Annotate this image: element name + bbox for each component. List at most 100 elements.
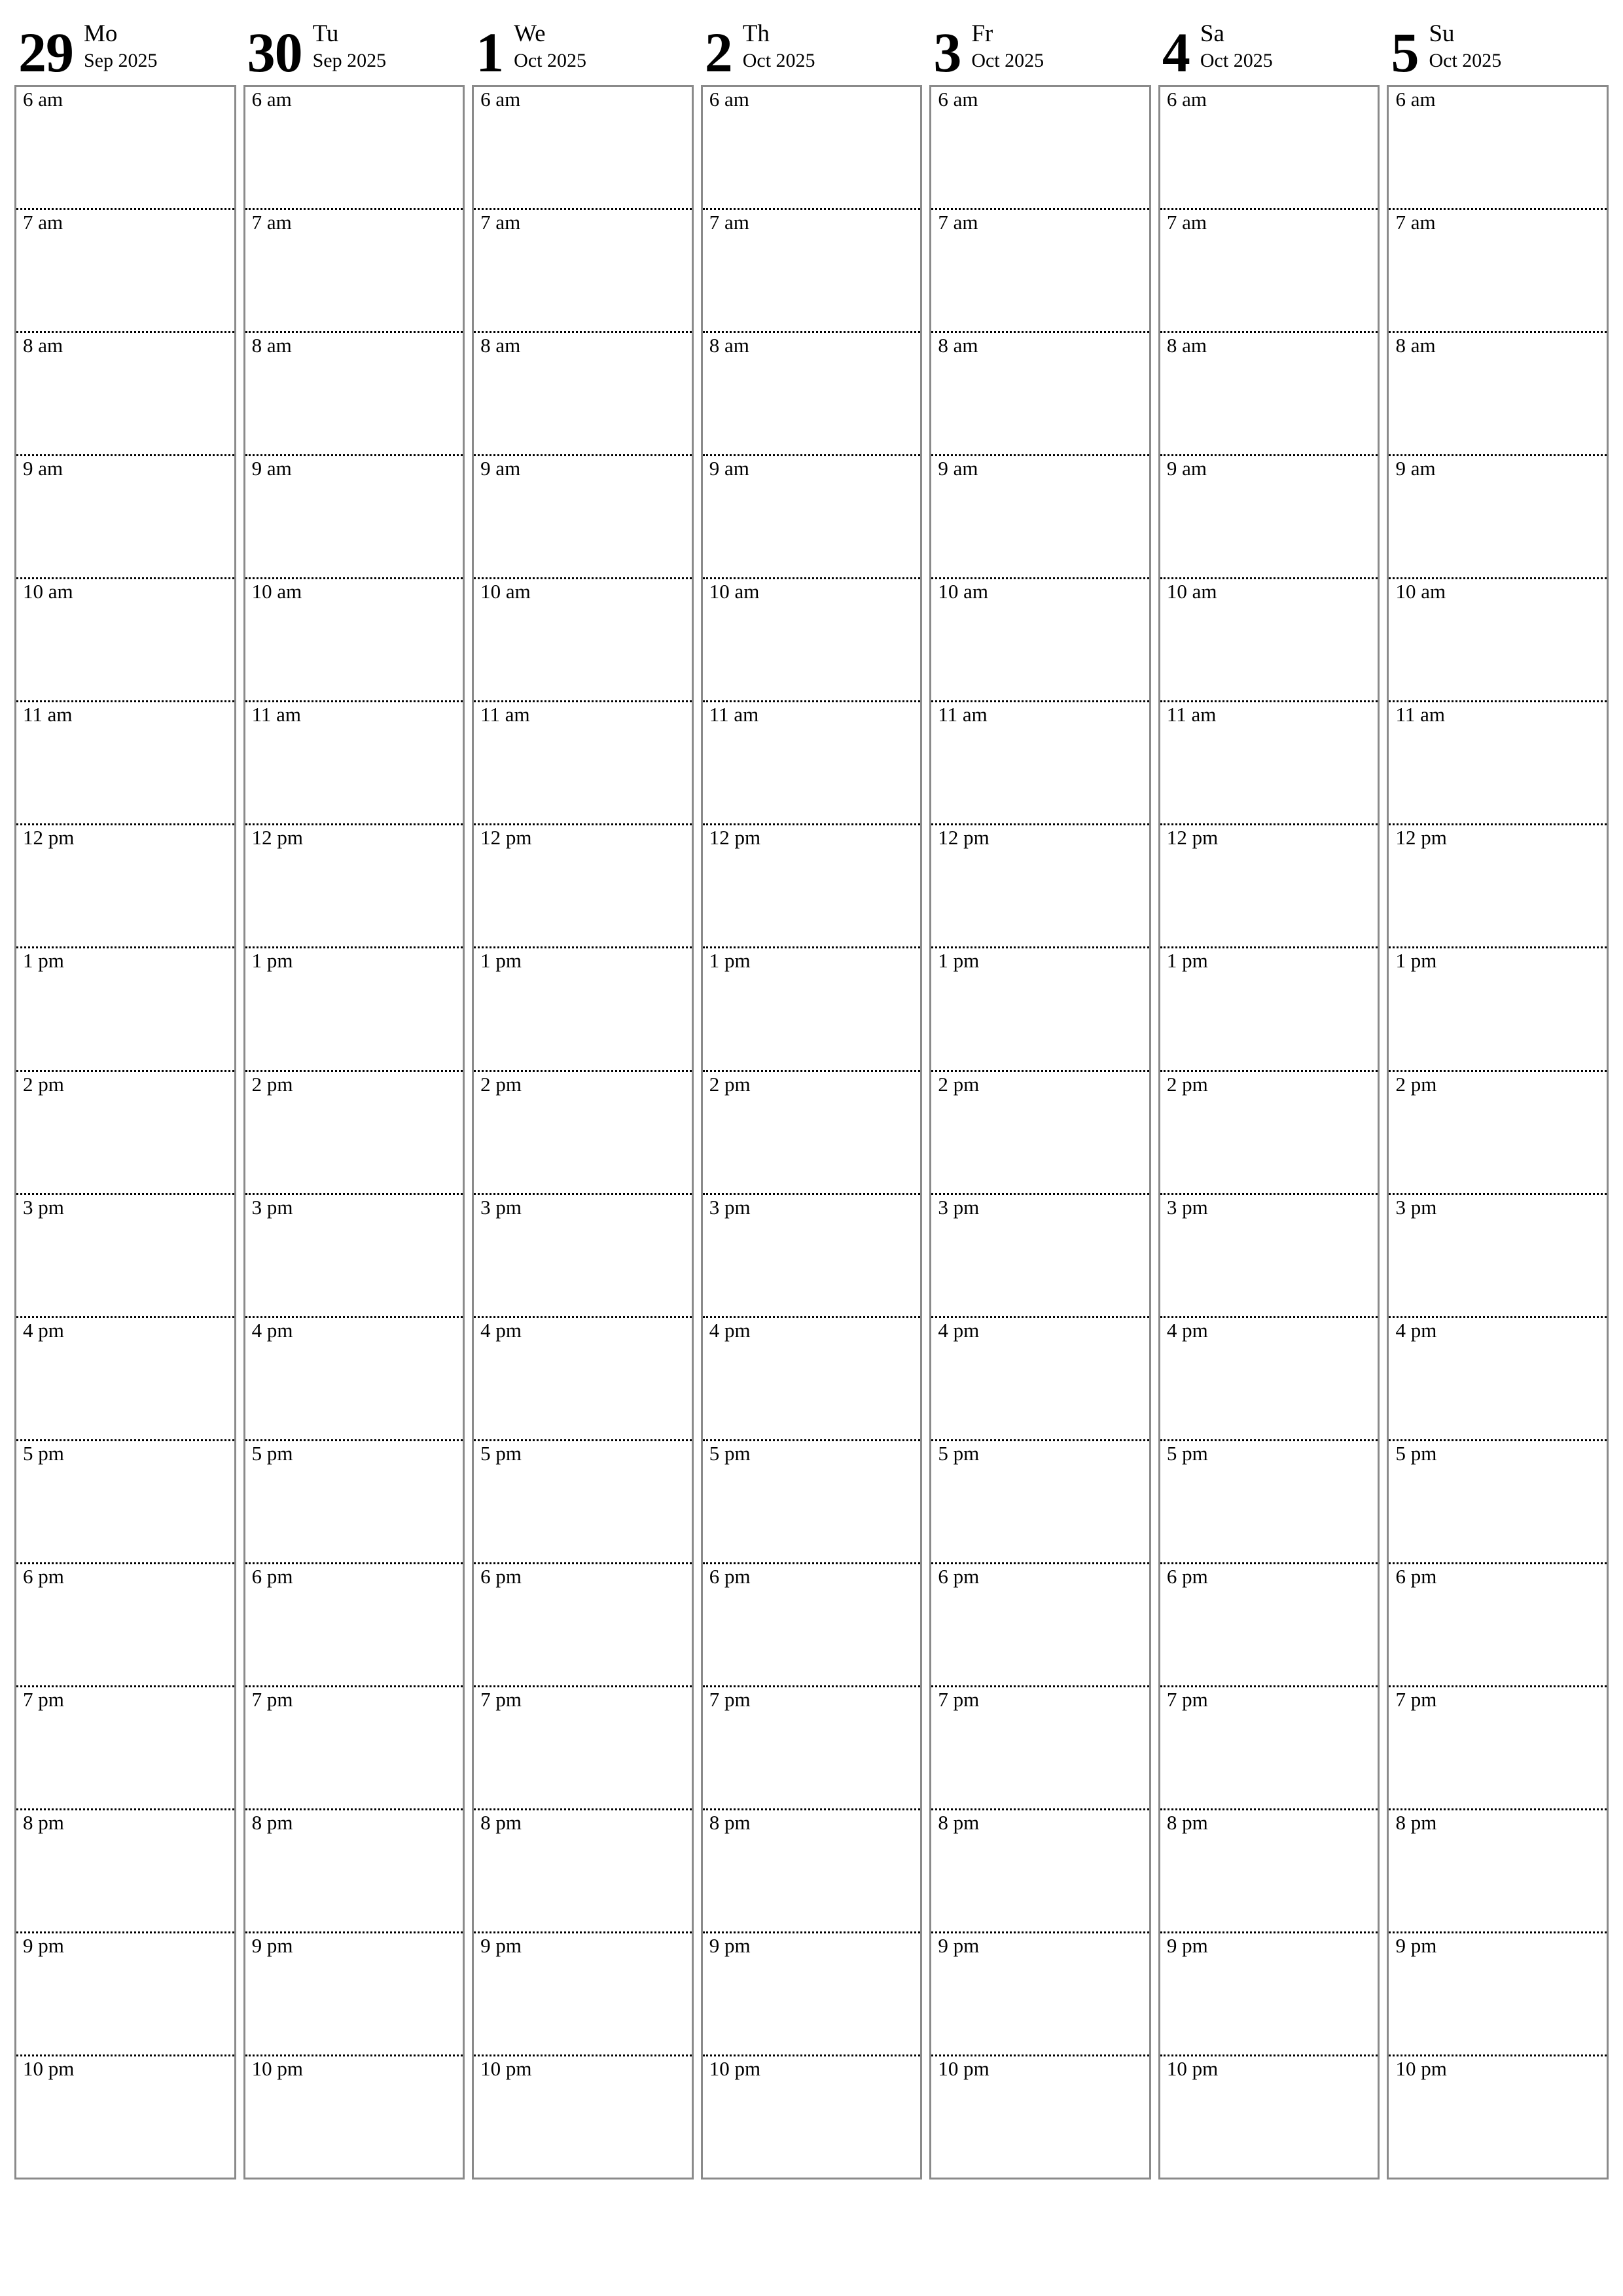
- hour-slot[interactable]: 4 pm: [702, 1316, 921, 1439]
- hour-slot[interactable]: 7 pm: [1389, 1685, 1607, 1808]
- hour-slot[interactable]: 10 am: [702, 577, 921, 700]
- hour-slot[interactable]: 6 am: [931, 87, 1149, 208]
- hour-slot[interactable]: 11 am: [245, 700, 463, 823]
- hour-slot[interactable]: 5 pm: [702, 1439, 921, 1562]
- hour-slot[interactable]: 2 pm: [16, 1069, 234, 1193]
- hour-slot[interactable]: 9 pm: [1389, 1931, 1607, 2054]
- hour-slot[interactable]: 6 pm: [16, 1562, 234, 1685]
- hour-slot[interactable]: 11 am: [1389, 700, 1607, 823]
- hour-slot[interactable]: 7 pm: [931, 1685, 1149, 1808]
- hour-slot[interactable]: 8 am: [245, 331, 463, 454]
- hour-slot[interactable]: 9 am: [702, 454, 921, 577]
- hour-slot[interactable]: 3 pm: [1389, 1193, 1607, 1316]
- hour-slot[interactable]: 10 am: [1389, 577, 1607, 700]
- hour-slot[interactable]: 6 am: [474, 87, 692, 208]
- hour-slot[interactable]: 10 pm: [702, 2054, 921, 2178]
- hour-slot[interactable]: 5 pm: [931, 1439, 1149, 1562]
- hour-slot[interactable]: 8 am: [474, 331, 692, 454]
- hour-slot[interactable]: 10 am: [474, 577, 692, 700]
- hour-slot[interactable]: 8 pm: [702, 1808, 921, 1931]
- hour-slot[interactable]: 9 am: [16, 454, 234, 577]
- hour-slot[interactable]: 11 am: [931, 700, 1149, 823]
- hour-slot[interactable]: 4 pm: [1389, 1316, 1607, 1439]
- hour-slot[interactable]: 8 am: [702, 331, 921, 454]
- hour-slot[interactable]: 9 am: [931, 454, 1149, 577]
- hour-slot[interactable]: 2 pm: [1389, 1069, 1607, 1193]
- hour-slot[interactable]: 9 am: [474, 454, 692, 577]
- hour-slot[interactable]: 10 am: [1160, 577, 1378, 700]
- hour-slot[interactable]: 2 pm: [474, 1069, 692, 1193]
- hour-slot[interactable]: 10 am: [16, 577, 234, 700]
- hour-slot[interactable]: 9 pm: [702, 1931, 921, 2054]
- hour-slot[interactable]: 5 pm: [245, 1439, 463, 1562]
- hour-slot[interactable]: 6 pm: [245, 1562, 463, 1685]
- hour-slot[interactable]: 2 pm: [931, 1069, 1149, 1193]
- hour-slot[interactable]: 4 pm: [931, 1316, 1149, 1439]
- hour-slot[interactable]: 10 pm: [1389, 2054, 1607, 2178]
- hour-slot[interactable]: 6 am: [1160, 87, 1378, 208]
- hour-slot[interactable]: 9 pm: [1160, 1931, 1378, 2054]
- hour-slot[interactable]: 10 pm: [1160, 2054, 1378, 2178]
- hour-slot[interactable]: 7 pm: [245, 1685, 463, 1808]
- hour-slot[interactable]: 8 am: [16, 331, 234, 454]
- hour-slot[interactable]: 3 pm: [474, 1193, 692, 1316]
- hour-slot[interactable]: 12 pm: [245, 823, 463, 946]
- hour-slot[interactable]: 9 pm: [474, 1931, 692, 2054]
- hour-slot[interactable]: 1 pm: [931, 946, 1149, 1069]
- hour-slot[interactable]: 4 pm: [1160, 1316, 1378, 1439]
- hour-slot[interactable]: 10 pm: [931, 2054, 1149, 2178]
- hour-slot[interactable]: 7 am: [1160, 208, 1378, 331]
- hour-slot[interactable]: 10 pm: [474, 2054, 692, 2178]
- hour-slot[interactable]: 11 am: [474, 700, 692, 823]
- hour-slot[interactable]: 1 pm: [702, 946, 921, 1069]
- hour-slot[interactable]: 1 pm: [474, 946, 692, 1069]
- hour-slot[interactable]: 9 pm: [16, 1931, 234, 2054]
- hour-slot[interactable]: 10 am: [245, 577, 463, 700]
- hour-slot[interactable]: 12 pm: [1389, 823, 1607, 946]
- hour-slot[interactable]: 5 pm: [1160, 1439, 1378, 1562]
- hour-slot[interactable]: 12 pm: [474, 823, 692, 946]
- hour-slot[interactable]: 6 pm: [931, 1562, 1149, 1685]
- hour-slot[interactable]: 9 pm: [931, 1931, 1149, 2054]
- hour-slot[interactable]: 12 pm: [702, 823, 921, 946]
- hour-slot[interactable]: 11 am: [16, 700, 234, 823]
- hour-slot[interactable]: 9 am: [1389, 454, 1607, 577]
- hour-slot[interactable]: 11 am: [1160, 700, 1378, 823]
- hour-slot[interactable]: 6 pm: [474, 1562, 692, 1685]
- hour-slot[interactable]: 6 am: [703, 87, 921, 208]
- hour-slot[interactable]: 6 am: [245, 87, 463, 208]
- hour-slot[interactable]: 7 pm: [16, 1685, 234, 1808]
- hour-slot[interactable]: 5 pm: [16, 1439, 234, 1562]
- hour-slot[interactable]: 8 am: [1389, 331, 1607, 454]
- hour-slot[interactable]: 5 pm: [474, 1439, 692, 1562]
- hour-slot[interactable]: 1 pm: [1389, 946, 1607, 1069]
- hour-slot[interactable]: 8 pm: [931, 1808, 1149, 1931]
- hour-slot[interactable]: 7 am: [702, 208, 921, 331]
- hour-slot[interactable]: 3 pm: [931, 1193, 1149, 1316]
- hour-slot[interactable]: 3 pm: [16, 1193, 234, 1316]
- hour-slot[interactable]: 8 pm: [474, 1808, 692, 1931]
- hour-slot[interactable]: 6 am: [1389, 87, 1607, 208]
- hour-slot[interactable]: 7 am: [931, 208, 1149, 331]
- hour-slot[interactable]: 4 pm: [16, 1316, 234, 1439]
- hour-slot[interactable]: 12 pm: [931, 823, 1149, 946]
- hour-slot[interactable]: 1 pm: [1160, 946, 1378, 1069]
- hour-slot[interactable]: 6 pm: [1389, 1562, 1607, 1685]
- hour-slot[interactable]: 1 pm: [245, 946, 463, 1069]
- hour-slot[interactable]: 8 pm: [16, 1808, 234, 1931]
- hour-slot[interactable]: 7 am: [474, 208, 692, 331]
- hour-slot[interactable]: 2 pm: [245, 1069, 463, 1193]
- hour-slot[interactable]: 8 am: [931, 331, 1149, 454]
- hour-slot[interactable]: 3 pm: [702, 1193, 921, 1316]
- hour-slot[interactable]: 9 am: [1160, 454, 1378, 577]
- hour-slot[interactable]: 2 pm: [1160, 1069, 1378, 1193]
- hour-slot[interactable]: 7 am: [245, 208, 463, 331]
- hour-slot[interactable]: 1 pm: [16, 946, 234, 1069]
- hour-slot[interactable]: 10 pm: [16, 2054, 234, 2178]
- hour-slot[interactable]: 9 pm: [245, 1931, 463, 2054]
- hour-slot[interactable]: 6 am: [16, 87, 234, 208]
- hour-slot[interactable]: 8 pm: [1389, 1808, 1607, 1931]
- hour-slot[interactable]: 7 pm: [1160, 1685, 1378, 1808]
- hour-slot[interactable]: 7 am: [16, 208, 234, 331]
- hour-slot[interactable]: 10 pm: [245, 2054, 463, 2178]
